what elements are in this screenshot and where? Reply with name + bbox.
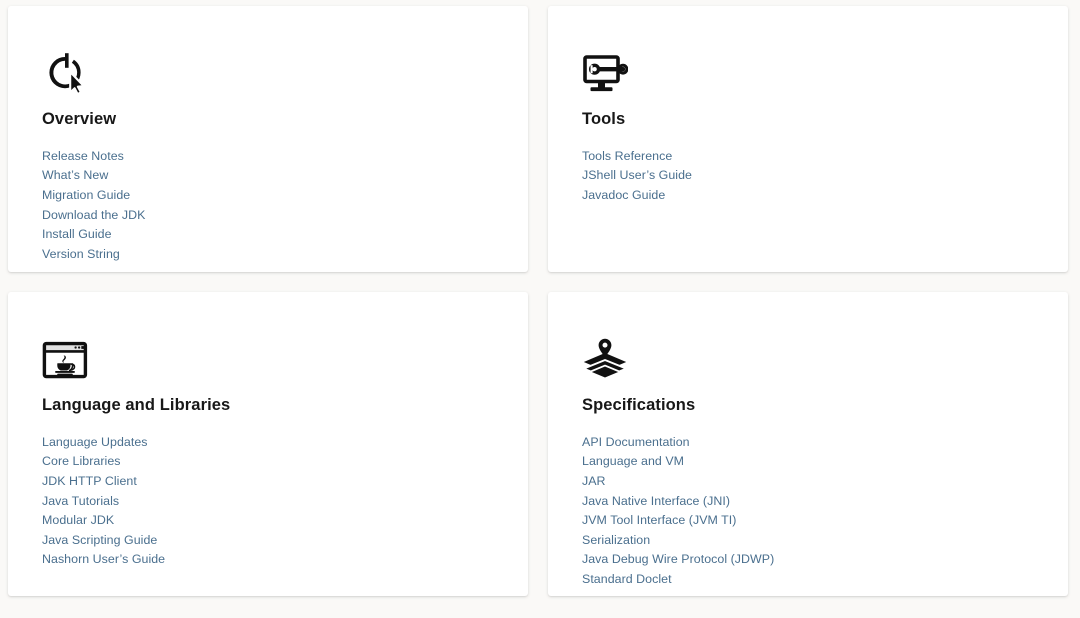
doc-link[interactable]: API Documentation <box>582 433 690 453</box>
doc-link[interactable]: Java Debug Wire Protocol (JDWP) <box>582 550 774 570</box>
list-item: API Documentation <box>582 433 1034 453</box>
list-item: Core Libraries <box>42 452 494 472</box>
list-item: Java Tutorials <box>42 492 494 512</box>
list-item: Standard Doclet <box>582 570 1034 590</box>
doc-link[interactable]: Download the JDK <box>42 206 145 226</box>
list-item: Java Debug Wire Protocol (JDWP) <box>582 550 1034 570</box>
doc-link[interactable]: What’s New <box>42 166 108 186</box>
list-item: Install Guide <box>42 225 494 245</box>
doc-link[interactable]: Java Native Interface (JNI) <box>582 492 730 512</box>
doc-link[interactable]: JVM Tool Interface (JVM TI) <box>582 511 736 531</box>
doc-link[interactable]: Modular JDK <box>42 511 114 531</box>
link-list: API Documentation Language and VM JAR Ja… <box>582 433 1034 590</box>
doc-link[interactable]: Install Guide <box>42 225 112 245</box>
list-item: JDK HTTP Client <box>42 472 494 492</box>
list-item: JShell User’s Guide <box>582 166 1034 186</box>
doc-link[interactable]: Nashorn User’s Guide <box>42 550 165 570</box>
doc-link[interactable]: Javadoc Guide <box>582 186 665 206</box>
card-grid: Overview Release Notes What’s New Migrat… <box>8 6 1072 596</box>
doc-link[interactable]: Core Libraries <box>42 452 121 472</box>
list-item: Java Scripting Guide <box>42 531 494 551</box>
list-item: What’s New <box>42 166 494 186</box>
list-item: Serialization <box>582 531 1034 551</box>
list-item: JAR <box>582 472 1034 492</box>
list-item: Download the JDK <box>42 206 494 226</box>
doc-link[interactable]: Migration Guide <box>42 186 130 206</box>
list-item: Tools Reference <box>582 147 1034 167</box>
doc-link[interactable]: Standard Doclet <box>582 570 672 590</box>
doc-link[interactable]: Version String <box>42 245 120 265</box>
doc-link[interactable]: JDK HTTP Client <box>42 472 137 492</box>
layers-pin-icon <box>582 328 1034 380</box>
java-window-icon <box>42 328 494 380</box>
link-list: Tools Reference JShell User’s Guide Java… <box>582 147 1034 206</box>
documentation-landing-page: Overview Release Notes What’s New Migrat… <box>0 0 1080 618</box>
list-item: Migration Guide <box>42 186 494 206</box>
doc-link[interactable]: Java Tutorials <box>42 492 119 512</box>
link-list: Release Notes What’s New Migration Guide… <box>42 147 494 265</box>
doc-link[interactable]: Language Updates <box>42 433 148 453</box>
list-item: Language Updates <box>42 433 494 453</box>
link-list: Language Updates Core Libraries JDK HTTP… <box>42 433 494 570</box>
list-item: Nashorn User’s Guide <box>42 550 494 570</box>
list-item: JVM Tool Interface (JVM TI) <box>582 511 1034 531</box>
power-cursor-icon <box>42 42 494 94</box>
card-title: Language and Libraries <box>42 396 231 414</box>
card-language-and-libraries[interactable]: Language and Libraries Language Updates … <box>8 292 528 596</box>
list-item: Release Notes <box>42 147 494 167</box>
card-title: Overview <box>42 110 117 128</box>
doc-link[interactable]: Serialization <box>582 531 650 551</box>
list-item: Modular JDK <box>42 511 494 531</box>
card-overview[interactable]: Overview Release Notes What’s New Migrat… <box>8 6 528 272</box>
card-title: Tools <box>582 110 626 128</box>
doc-link[interactable]: JShell User’s Guide <box>582 166 692 186</box>
card-specifications[interactable]: Specifications API Documentation Languag… <box>548 292 1068 596</box>
list-item: Javadoc Guide <box>582 186 1034 206</box>
doc-link[interactable]: JAR <box>582 472 606 492</box>
list-item: Version String <box>42 245 494 265</box>
monitor-wrench-icon <box>582 42 1034 94</box>
card-title: Specifications <box>582 396 696 414</box>
list-item: Language and VM <box>582 452 1034 472</box>
doc-link[interactable]: Java Scripting Guide <box>42 531 157 551</box>
doc-link[interactable]: Language and VM <box>582 452 684 472</box>
doc-link[interactable]: Tools Reference <box>582 147 672 167</box>
card-tools[interactable]: Tools Tools Reference JShell User’s Guid… <box>548 6 1068 272</box>
doc-link[interactable]: Release Notes <box>42 147 124 167</box>
list-item: Java Native Interface (JNI) <box>582 492 1034 512</box>
